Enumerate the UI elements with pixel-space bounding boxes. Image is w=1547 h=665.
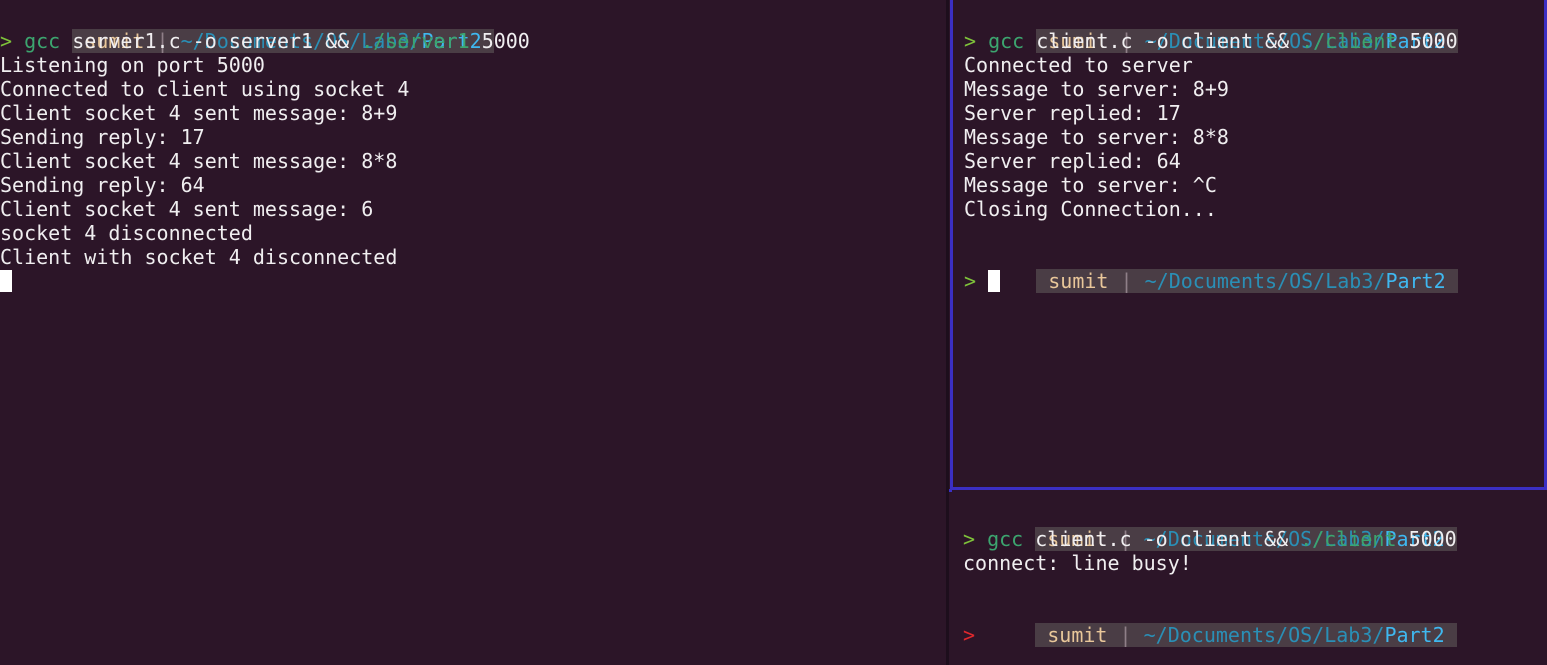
command-line: > gcc client.c -o client && ./client 500…: [964, 29, 1544, 53]
prompt-user: sumit: [1048, 269, 1109, 293]
command-run: ./client: [1300, 527, 1397, 551]
command-port: 5000: [481, 29, 530, 53]
output-line: Client socket 4 sent message: 8*8: [0, 149, 398, 173]
prompt-line: sumit | ~/Documents/OS/Lab3/Part2: [963, 599, 1547, 647]
terminal-pane-client-active[interactable]: sumit | ~/Documents/OS/Lab3/Part2 > gcc …: [950, 0, 1547, 490]
output-line: Connected to server: [964, 53, 1193, 77]
prompt-user: sumit: [1047, 623, 1108, 647]
prompt-path: ~/Documents/OS/Lab3/: [1143, 623, 1385, 647]
output-line: Client socket 4 sent message: 6: [0, 197, 374, 221]
text-cursor[interactable]: [988, 270, 1001, 292]
prompt-dir: Part2: [1384, 623, 1445, 647]
output-line: connect: line busy!: [963, 551, 1192, 575]
output-line: Listening on port 5000: [0, 53, 265, 77]
command-args: server1.c -o server1 &&: [72, 29, 350, 53]
command-gcc: gcc: [988, 29, 1025, 53]
prompt-bar: sumit | ~/Documents/OS/Lab3/Part2: [1035, 623, 1457, 647]
output-line: Sending reply: 64: [0, 173, 205, 197]
command-run: ./server1: [361, 29, 470, 53]
command-run: ./client: [1301, 29, 1398, 53]
command-gcc: gcc: [24, 29, 61, 53]
prompt-separator: |: [1120, 269, 1133, 293]
command-line: > gcc client.c -o client && ./client 500…: [963, 527, 1547, 551]
prompt-line: sumit | ~/Documents/OS/Lab3/Part2: [964, 245, 1544, 293]
prompt-line: sumit | ~/Documents/OS/Lab3/Part2: [963, 503, 1547, 551]
terminal-pane-client-second[interactable]: sumit | ~/Documents/OS/Lab3/Part2 > gcc …: [952, 490, 1547, 665]
output-line: Server replied: 64: [964, 149, 1181, 173]
command-args: client.c -o client &&: [1035, 527, 1289, 551]
text-cursor[interactable]: [0, 270, 12, 292]
prompt-path: ~/Documents/OS/Lab3/: [1144, 269, 1386, 293]
prompt-dir: Part2: [1385, 269, 1446, 293]
prompt-arrow: >: [963, 527, 976, 551]
output-line: Connected to client using socket 4: [0, 77, 410, 101]
pane-divider-vertical[interactable]: [946, 0, 949, 665]
output-line: Message to server: 8+9: [964, 77, 1229, 101]
output-line: Sending reply: 17: [0, 125, 205, 149]
output-line: Closing Connection...: [964, 197, 1217, 221]
command-port: 5000: [1409, 29, 1458, 53]
terminal-pane-server[interactable]: sumit | ~/Documents/OS/Lab3/Part2 > gcc …: [0, 0, 948, 665]
terminal-window: sumit | ~/Documents/OS/Lab3/Part2 > gcc …: [0, 0, 1547, 665]
command-port: 5000: [1408, 527, 1457, 551]
output-line: Client with socket 4 disconnected: [0, 245, 398, 269]
prompt-line: sumit | ~/Documents/OS/Lab3/Part2: [0, 5, 948, 53]
prompt-arrow: >: [964, 269, 977, 293]
output-line: Message to server: 8*8: [964, 125, 1229, 149]
prompt-arrow-error: >: [963, 623, 976, 647]
prompt-separator: |: [1119, 623, 1132, 647]
output-line: Message to server: ^C: [964, 173, 1217, 197]
command-args: client.c -o client &&: [1036, 29, 1290, 53]
prompt-arrow: >: [0, 29, 13, 53]
command-line: > gcc server1.c -o server1 && ./server1 …: [0, 29, 948, 53]
output-line: Client socket 4 sent message: 8+9: [0, 101, 398, 125]
output-line: socket 4 disconnected: [0, 221, 253, 245]
prompt-bar: sumit | ~/Documents/OS/Lab3/Part2: [1036, 269, 1458, 293]
command-gcc: gcc: [987, 527, 1024, 551]
prompt-arrow: >: [964, 29, 977, 53]
prompt-line: sumit | ~/Documents/OS/Lab3/Part2: [964, 5, 1544, 53]
output-line: Server replied: 17: [964, 101, 1181, 125]
cursor-line: [0, 269, 948, 293]
